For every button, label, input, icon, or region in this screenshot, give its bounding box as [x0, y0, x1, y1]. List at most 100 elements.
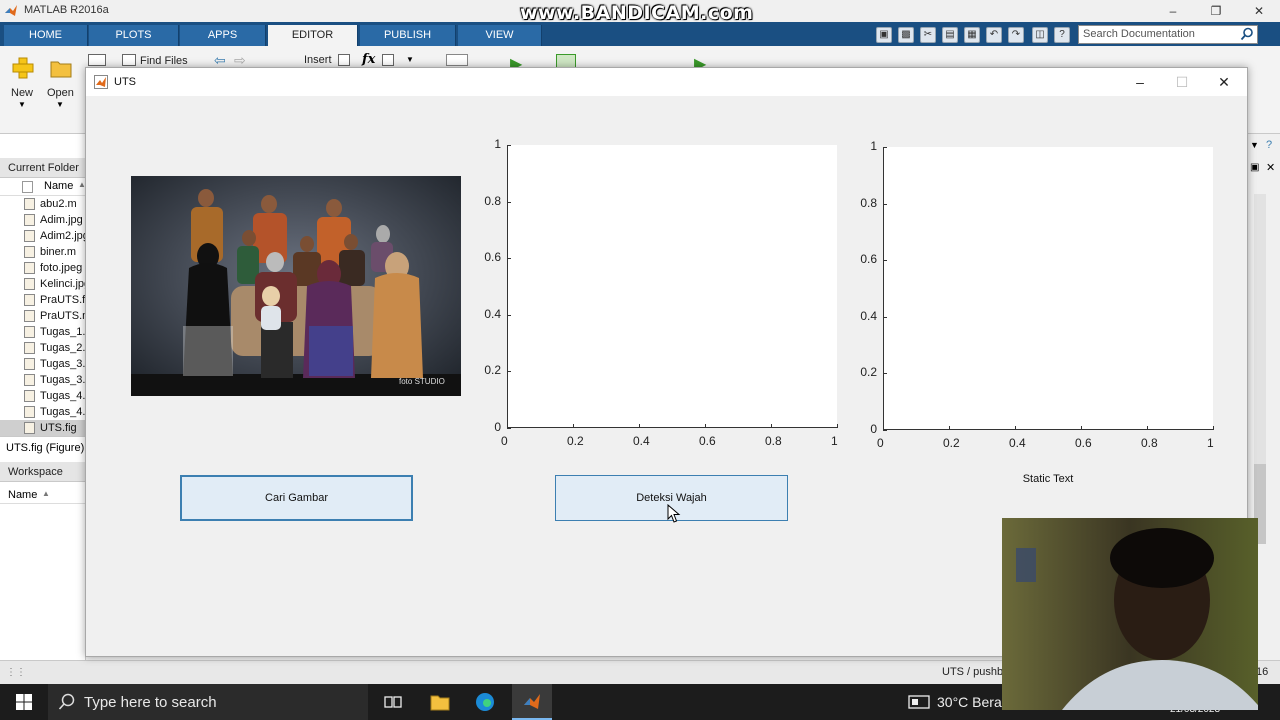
file-icon — [24, 214, 35, 226]
open-dropdown-icon[interactable]: ▼ — [56, 100, 64, 109]
family-photo-drawing: foto STUDIO — [131, 176, 461, 396]
file-list-item[interactable]: Tugas_1.m — [0, 324, 85, 340]
figure-minimize-icon[interactable]: – — [1120, 72, 1160, 92]
save-icon[interactable]: ▩ — [898, 27, 914, 43]
file-list-item[interactable]: Kelinci.jpg — [0, 276, 85, 292]
cut-icon[interactable]: ✂ — [920, 27, 936, 43]
file-list-item[interactable]: Tugas_3.m — [0, 372, 85, 388]
file-list-item[interactable]: Tugas_2.m — [0, 340, 85, 356]
panel-dropdown-icon[interactable]: ▼ — [1250, 140, 1259, 150]
copy-icon[interactable]: ▤ — [942, 27, 958, 43]
tab-editor[interactable]: EDITOR — [268, 25, 358, 46]
file-list-item[interactable]: Tugas_4.m — [0, 404, 85, 420]
figure-close-icon[interactable]: ✕ — [1204, 72, 1244, 92]
taskbar-matlab-button[interactable] — [512, 684, 552, 720]
axes2-ytick-mark — [883, 316, 887, 318]
new-label[interactable]: New — [11, 87, 33, 99]
redo-icon[interactable]: ↷ — [1008, 27, 1024, 43]
axes-2[interactable]: 0 0.2 0.4 0.6 0.8 1 0 0.2 0.4 0.6 0.8 1 — [860, 139, 1214, 450]
compare-icon[interactable] — [88, 54, 106, 66]
axes1-xtick-label: 0.2 — [567, 434, 584, 448]
file-name: Adim2.jpg — [40, 230, 85, 242]
static-text-label: Static Text — [1022, 473, 1074, 485]
axes2-ytick-mark — [883, 430, 887, 431]
task-view-icon[interactable] — [384, 694, 402, 710]
file-name: Tugas_1.m — [40, 326, 85, 338]
tab-plots[interactable]: PLOTS — [89, 25, 179, 46]
axes2-ytick-mark — [883, 147, 887, 148]
axes1-xtick-label: 0 — [501, 434, 508, 448]
find-files-label[interactable]: Find Files — [140, 55, 188, 67]
open-label[interactable]: Open — [47, 87, 74, 99]
insert-label[interactable]: Insert — [304, 54, 332, 66]
edge-browser-icon[interactable] — [475, 692, 495, 712]
mouse-cursor-icon — [667, 504, 681, 523]
format-icon[interactable] — [382, 54, 394, 66]
panel-options-icon[interactable]: ▣ — [1250, 162, 1259, 173]
search-documentation-input[interactable]: Search Documentation — [1078, 25, 1258, 44]
tab-home[interactable]: HOME — [4, 25, 88, 46]
axes1-xtick-mark — [771, 424, 772, 428]
axes1-ytick-label: 0.6 — [484, 250, 501, 265]
quick-access-icon[interactable]: ▣ — [876, 27, 892, 43]
file-list-item[interactable]: PraUTS.m — [0, 308, 85, 324]
taskbar-search-box[interactable]: Type here to search — [48, 684, 368, 720]
weather-icon[interactable] — [908, 694, 930, 710]
workspace-header: Workspace — [0, 462, 86, 482]
layout-icon[interactable]: ◫ — [1032, 27, 1048, 43]
restore-icon[interactable]: ❐ — [1203, 2, 1229, 20]
close-icon[interactable]: ✕ — [1246, 2, 1272, 20]
file-list-item[interactable]: Tugas_4.fig — [0, 388, 85, 404]
search-icon[interactable] — [1240, 27, 1254, 41]
axes2-xtick-label: 0 — [877, 436, 884, 450]
help-circle-icon[interactable]: ? — [1266, 139, 1272, 151]
run-section-icon[interactable] — [556, 54, 576, 68]
axes-2-plot-area[interactable] — [883, 147, 1213, 430]
paste-icon[interactable]: ▦ — [964, 27, 980, 43]
cari-gambar-button[interactable]: Cari Gambar — [180, 475, 413, 521]
fx-icon[interactable]: fx — [362, 52, 375, 67]
panel-close-icon[interactable]: ✕ — [1266, 161, 1275, 174]
figure-maximize-icon[interactable]: ☐ — [1162, 72, 1202, 92]
new-dropdown-icon[interactable]: ▼ — [18, 100, 26, 109]
windows-start-icon[interactable] — [16, 694, 32, 710]
file-column-icon — [22, 181, 33, 193]
file-list-item[interactable]: biner.m — [0, 244, 85, 260]
file-explorer-icon[interactable] — [430, 693, 450, 711]
tab-apps[interactable]: APPS — [180, 25, 266, 46]
file-list-item[interactable]: Adim2.jpg — [0, 228, 85, 244]
undo-icon[interactable]: ↶ — [986, 27, 1002, 43]
axes1-ytick-mark — [507, 371, 511, 373]
matlab-window-title: MATLAB R2016a — [24, 4, 109, 16]
file-icon — [24, 278, 35, 290]
file-list-item[interactable]: abu2.m — [0, 196, 85, 212]
axes1-ytick-label: 1 — [494, 137, 501, 151]
axes-1-plot-area[interactable] — [507, 145, 837, 428]
workspace-name-column[interactable]: Name ▲ — [0, 486, 86, 504]
minimize-icon[interactable]: – — [1160, 2, 1186, 20]
axes2-xtick-label: 0.6 — [1075, 436, 1092, 450]
tab-view[interactable]: VIEW — [458, 25, 542, 46]
new-icon[interactable] — [10, 56, 36, 80]
file-list-item[interactable]: PraUTS.fig — [0, 292, 85, 308]
workspace-sort-icon: ▲ — [42, 489, 50, 498]
breakpoints-icon[interactable] — [446, 54, 468, 66]
format-dropdown-icon[interactable]: ▼ — [406, 55, 414, 64]
insert-icon[interactable] — [338, 54, 350, 66]
file-name: Tugas_4.m — [40, 406, 85, 418]
file-list-item[interactable]: Tugas_3.fig — [0, 356, 85, 372]
help-icon[interactable]: ? — [1054, 27, 1070, 43]
axes-1[interactable]: 0 0.2 0.4 0.6 0.8 1 0 0.2 0.4 0.6 0.8 1 — [484, 137, 838, 448]
file-list-item[interactable]: UTS.fig — [0, 420, 85, 436]
webcam-person-drawing — [1002, 518, 1258, 710]
open-folder-icon[interactable] — [50, 58, 72, 78]
tab-publish[interactable]: PUBLISH — [360, 25, 456, 46]
file-icon — [24, 422, 35, 434]
weather-text[interactable]: 30°C Bera — [937, 694, 1002, 710]
file-list-item[interactable]: foto.jpeg — [0, 260, 85, 276]
axes1-xtick-mark — [705, 424, 706, 428]
file-name: PraUTS.m — [40, 310, 85, 322]
file-list-item[interactable]: Adim.jpg — [0, 212, 85, 228]
axes1-ytick-mark — [507, 314, 511, 316]
name-column-header[interactable]: Name ▲ — [0, 178, 86, 196]
